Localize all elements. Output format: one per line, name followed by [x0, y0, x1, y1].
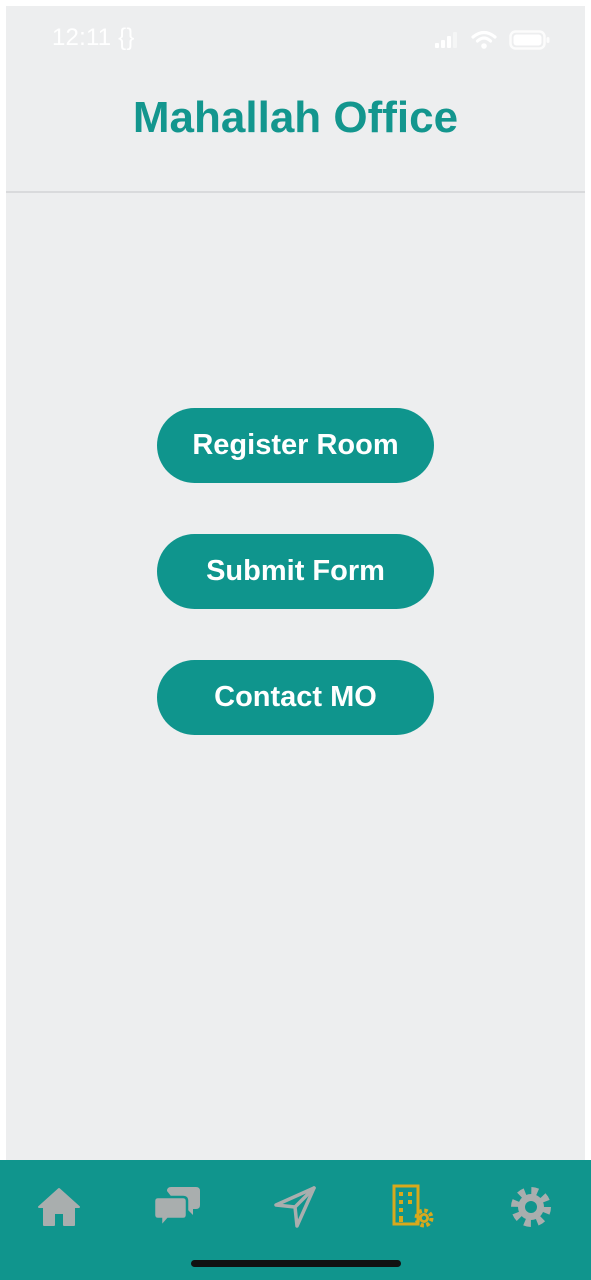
home-icon	[38, 1188, 80, 1226]
chat-icon	[153, 1187, 200, 1228]
status-icons	[435, 28, 551, 52]
submit-form-button[interactable]: Submit Form	[157, 534, 434, 609]
page-title: Mahallah Office	[132, 92, 459, 142]
cellular-signal-icon	[435, 32, 457, 48]
tab-home[interactable]	[24, 1172, 94, 1242]
settings-gear-icon	[511, 1187, 551, 1227]
status-bar: 12:11 {}	[0, 0, 591, 80]
tab-navigation[interactable]	[260, 1172, 330, 1242]
register-room-button[interactable]: Register Room	[157, 408, 434, 483]
home-indicator[interactable]	[191, 1260, 401, 1267]
wifi-icon	[471, 30, 497, 49]
office-building-gear-icon	[392, 1184, 434, 1228]
tab-office[interactable]	[378, 1172, 448, 1242]
app-screen: 12:11 {} Mahallah Office Register Room S…	[0, 0, 591, 1280]
battery-icon	[509, 30, 550, 50]
tab-chat[interactable]	[142, 1172, 212, 1242]
navigation-header: Mahallah Office	[6, 80, 585, 193]
navigation-arrow-icon	[274, 1186, 316, 1228]
contact-mo-button[interactable]: Contact MO	[157, 660, 434, 735]
tab-settings[interactable]	[496, 1172, 566, 1242]
status-time: 12:11 {}	[52, 24, 135, 51]
